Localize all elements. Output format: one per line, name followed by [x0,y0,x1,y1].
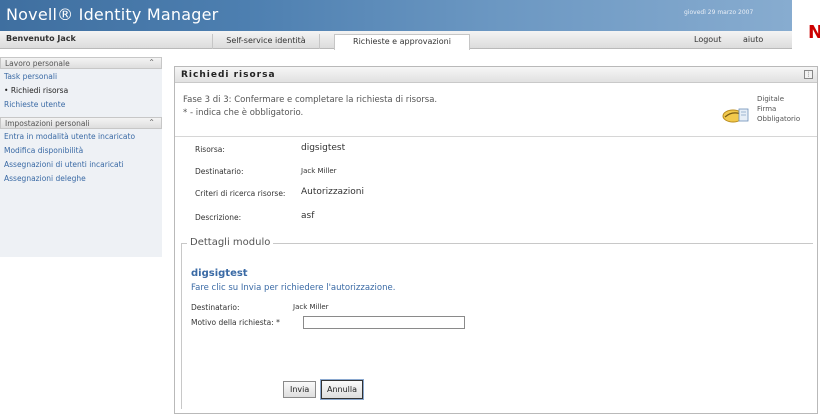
digital-signature-icon [722,108,749,123]
sidebar: Lavoro personale ⌃ Task personali • Rich… [0,57,162,257]
sidebar-item-label: Richiedi risorsa [10,86,69,95]
reason-label-text: Motivo della richiesta: [191,318,274,327]
search-criteria-value: Autorizzazioni [301,187,364,197]
resource-label: Risorsa: [195,145,225,154]
panel-menu-icon[interactable]: ⋮ [804,70,813,79]
panel-title: Richiedi risorsa [181,70,276,80]
help-link[interactable]: aiuto [743,35,763,44]
novell-logo: N [808,22,820,43]
form-recipient-value: Jack Miller [293,303,329,311]
section-title: Lavoro personale [5,59,70,68]
app-header: Novell® Identity Manager giovedì 29 marz… [0,0,820,31]
divider [175,136,817,137]
signature-label: Digitale Firma Obbligatorio [757,94,817,124]
app-brand: Novell® Identity Manager [6,5,219,24]
search-criteria-label: Criteri di ricerca risorse: [195,189,286,198]
sidebar-section-settings: Impostazioni personali ⌃ Entra in modali… [0,117,162,191]
cancel-button[interactable]: Annulla [319,379,365,400]
description-label: Descrizione: [195,213,242,222]
sidebar-section-work: Lavoro personale ⌃ Task personali • Rich… [0,57,162,117]
resource-value: digsigtest [301,143,346,153]
sidebar-section-header[interactable]: Lavoro personale ⌃ [0,57,162,69]
logout-link[interactable]: Logout [694,35,721,44]
request-resource-panel: Richiedi risorsa ⋮ Fase 3 di 3: Conferma… [174,66,818,414]
signature-line: Digitale [757,95,785,103]
tab-self-service[interactable]: Self-service identità [212,34,320,49]
sidebar-section-header[interactable]: Impostazioni personali ⌃ [0,117,162,129]
reason-input[interactable] [303,316,465,329]
required-note: * - indica che è obbligatorio. [183,108,304,118]
signature-line: Firma [757,105,777,113]
form-message: Fare clic su Invia per richiedere l'auto… [191,283,396,293]
welcome-text: Benvenuto Jack [6,34,76,43]
collapse-icon[interactable]: ⌃ [148,58,155,67]
recipient-value: Jack Miller [301,167,337,175]
sidebar-item-request-resource[interactable]: • Richiedi risorsa [0,83,162,97]
header-date: giovedì 29 marzo 2007 [684,9,754,16]
panel-title-bar: Richiedi risorsa ⋮ [175,67,817,83]
sidebar-item-proxy-assignments[interactable]: Assegnazioni di utenti incaricati [0,157,162,171]
form-details-legend: Dettagli modulo [187,237,274,248]
section-title: Impostazioni personali [5,119,90,128]
reason-label: Motivo della richiesta: * [191,318,280,327]
tab-requests-approvals[interactable]: Richieste e approvazioni [334,34,470,50]
submit-button[interactable]: Invia [283,381,317,398]
top-navbar: Benvenuto Jack Self-service identità Ric… [0,31,792,50]
sidebar-item-proxy-mode[interactable]: Entra in modalità utente incaricato [0,129,162,143]
sidebar-item-availability[interactable]: Modifica disponibilità [0,143,162,157]
required-mark: * [276,318,280,327]
form-title: digsigtest [191,268,248,279]
description-value: asf [301,211,315,221]
form-recipient-label: Destinatario: [191,303,240,312]
signature-line: Obbligatorio [757,115,801,123]
sidebar-item-task[interactable]: Task personali [0,69,162,83]
recipient-label: Destinatario: [195,167,244,176]
sidebar-item-user-requests[interactable]: Richieste utente [0,97,162,111]
collapse-icon[interactable]: ⌃ [148,118,155,127]
step-text: Fase 3 di 3: Confermare e completare la … [183,95,438,105]
sidebar-item-delegate-assignments[interactable]: Assegnazioni deleghe [0,171,162,185]
